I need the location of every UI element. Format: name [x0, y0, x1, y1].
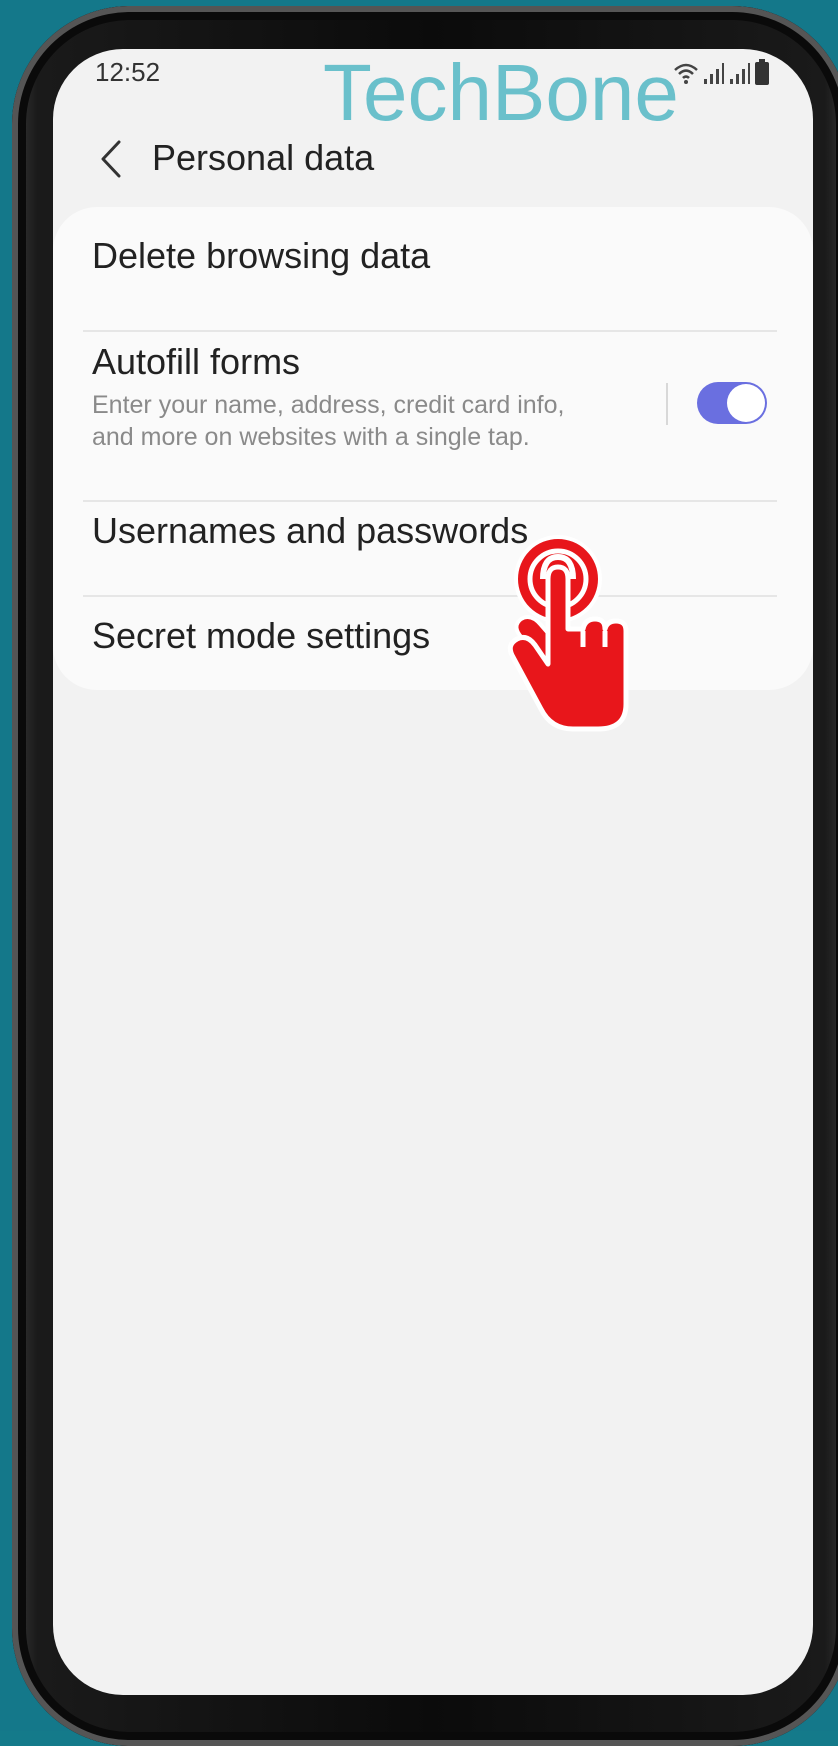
- phone-screen: 12:52 TechBone Personal data Delete brow…: [53, 49, 813, 1695]
- status-time: 12:52: [95, 57, 161, 87]
- divider: [83, 595, 777, 597]
- usernames-passwords-item[interactable]: Usernames and passwords: [92, 510, 782, 580]
- autofill-description-line2: and more on websites with a single tap.: [92, 423, 530, 451]
- autofill-forms-label: Autofill forms: [92, 341, 301, 382]
- secret-mode-settings-label: Secret mode settings: [92, 615, 431, 656]
- divider: [83, 330, 777, 332]
- status-icons: [673, 55, 769, 85]
- tap-hand-icon: [507, 535, 629, 732]
- autofill-forms-description: Enter your name, address, credit card in…: [92, 389, 782, 453]
- secret-mode-settings-item[interactable]: Secret mode settings: [92, 615, 782, 685]
- toggle-separator: [666, 383, 668, 425]
- back-button[interactable]: [91, 119, 131, 199]
- delete-browsing-data-label: Delete browsing data: [92, 235, 431, 276]
- signal-icon: [730, 63, 750, 84]
- battery-icon: [755, 59, 769, 85]
- usernames-passwords-label: Usernames and passwords: [92, 510, 529, 551]
- page-title: Personal data: [152, 137, 375, 178]
- chevron-left-icon: [101, 140, 121, 178]
- autofill-forms-item[interactable]: Autofill forms Enter your name, address,…: [92, 341, 782, 471]
- delete-browsing-data-item[interactable]: Delete browsing data: [92, 235, 782, 305]
- toggle-knob: [727, 384, 765, 422]
- settings-card: Delete browsing data Autofill forms Ente…: [53, 207, 813, 690]
- app-header: Personal data: [53, 119, 813, 199]
- divider: [83, 500, 777, 502]
- signal-icon: [704, 63, 724, 84]
- autofill-toggle[interactable]: [697, 382, 767, 424]
- autofill-description-line1: Enter your name, address, credit card in…: [92, 391, 565, 419]
